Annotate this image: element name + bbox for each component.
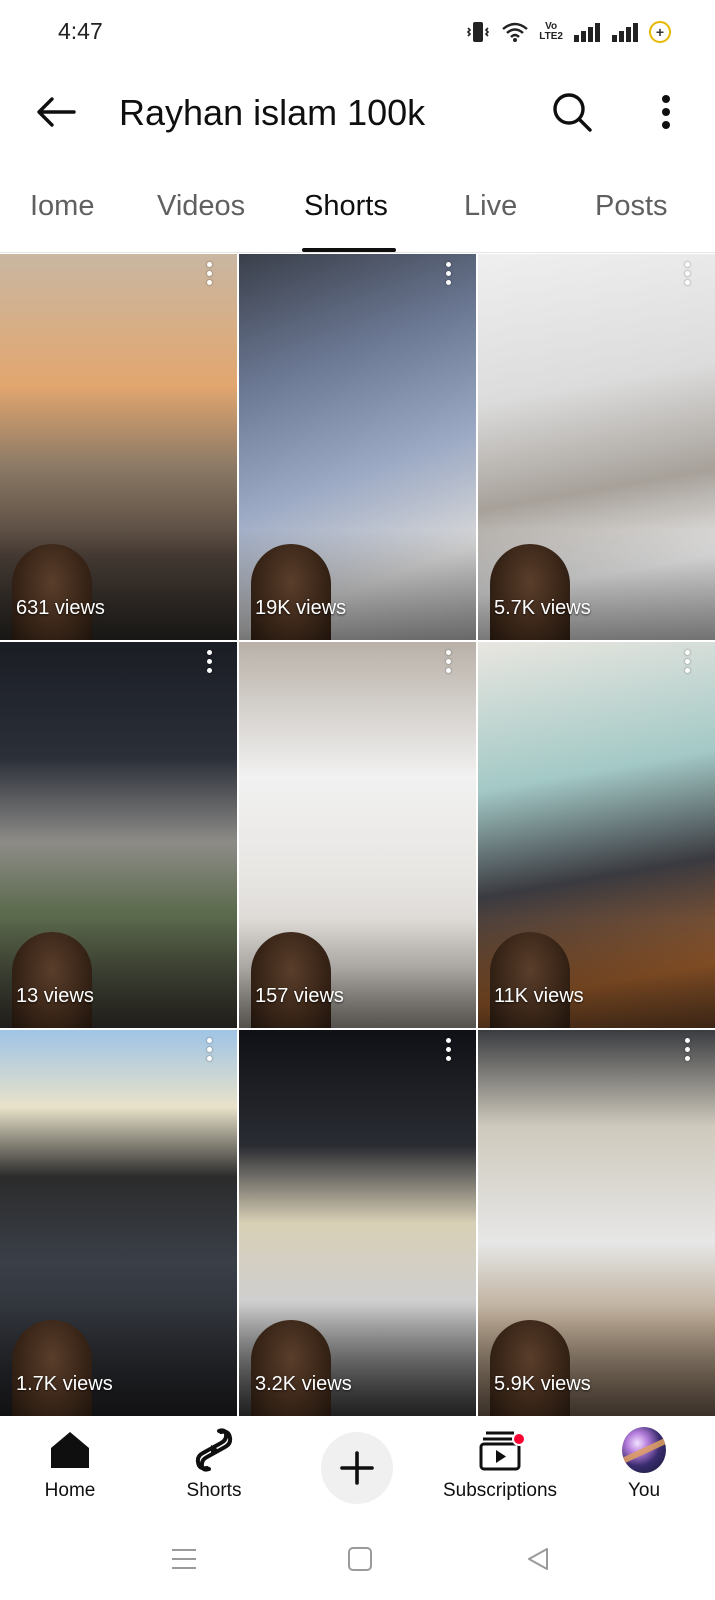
square-home-icon (348, 1547, 372, 1571)
creator-face (12, 932, 92, 1028)
search-button[interactable] (546, 86, 598, 138)
short-menu-button[interactable] (199, 648, 219, 678)
back-button[interactable] (30, 86, 82, 138)
short-tile[interactable]: 19K views (239, 254, 476, 640)
short-tile[interactable]: 11K views (478, 642, 715, 1028)
nav-subscriptions[interactable]: Subscriptions (430, 1428, 570, 1514)
nav-you-label: You (627, 1480, 661, 1501)
short-menu-button[interactable] (677, 648, 697, 678)
short-tile[interactable]: 631 views (0, 254, 237, 640)
status-icons: Vo LTE2 + (465, 18, 671, 46)
view-count: 13 views (16, 985, 94, 1007)
view-count: 11K views (494, 985, 584, 1007)
nav-you[interactable]: You (574, 1427, 714, 1514)
view-count: 19K views (255, 597, 347, 619)
search-icon (553, 93, 592, 132)
short-menu-button[interactable] (438, 260, 458, 290)
divider (0, 252, 715, 253)
back-arrow-icon (37, 97, 76, 127)
short-tile[interactable]: 5.7K views (478, 254, 715, 640)
short-tile[interactable]: 5.9K views (478, 1030, 715, 1416)
short-menu-button[interactable] (199, 1036, 219, 1066)
view-count: 157 views (255, 985, 344, 1007)
view-count: 5.7K views (494, 597, 591, 619)
short-tile[interactable]: 3.2K views (239, 1030, 476, 1416)
short-tile[interactable]: 157 views (239, 642, 476, 1028)
channel-header: Rayhan islam 100k (0, 64, 715, 160)
short-tile[interactable]: 13 views (0, 642, 237, 1028)
wifi-icon (501, 21, 529, 43)
short-menu-button[interactable] (677, 260, 697, 290)
channel-title: Rayhan islam 100k (119, 92, 426, 133)
tab-shorts[interactable]: Shorts (304, 190, 388, 223)
create-plus-icon (340, 1451, 374, 1485)
short-menu-button[interactable] (199, 260, 219, 290)
avatar (622, 1427, 666, 1473)
create-button[interactable] (321, 1432, 393, 1504)
signal-icon (611, 22, 639, 42)
short-menu-button[interactable] (438, 648, 458, 678)
shorts-grid: 631 views 19K views 5.7K views 13 views … (0, 254, 715, 1418)
short-menu-button[interactable] (438, 1036, 458, 1066)
nav-home-label: Home (44, 1480, 96, 1501)
system-navigation-bar (0, 1514, 715, 1600)
creator-face (251, 932, 331, 1028)
triangle-back-icon (528, 1548, 548, 1570)
channel-tabs: Iome Videos Shorts Live Posts (0, 168, 715, 252)
tab-posts[interactable]: Posts (595, 190, 668, 223)
system-back-button[interactable] (518, 1542, 558, 1576)
vibrate-icon (465, 20, 491, 44)
volte-icon: Vo LTE2 (539, 21, 563, 42)
signal-icon (573, 22, 601, 42)
creator-face (251, 544, 331, 640)
creator-face (251, 1320, 331, 1416)
nav-subscriptions-label: Subscriptions (442, 1480, 558, 1501)
creator-face (490, 1320, 570, 1416)
creator-face (12, 544, 92, 640)
status-bar: 4:47 Vo LTE2 + (0, 0, 715, 64)
status-time: 4:47 (58, 18, 103, 44)
tab-live[interactable]: Live (464, 190, 517, 223)
creator-face (490, 544, 570, 640)
bottom-navigation: Home Shorts Subscriptions You (0, 1418, 715, 1514)
more-vert-icon (662, 95, 670, 129)
tab-home[interactable]: Iome (30, 190, 94, 223)
nav-home[interactable]: Home (0, 1428, 140, 1514)
nav-shorts[interactable]: Shorts (144, 1428, 284, 1514)
view-count: 631 views (16, 597, 105, 619)
view-count: 1.7K views (16, 1373, 113, 1395)
menu-lines-icon (172, 1549, 196, 1569)
view-count: 5.9K views (494, 1373, 591, 1395)
creator-face (490, 932, 570, 1028)
tab-videos[interactable]: Videos (157, 190, 245, 223)
home-icon (48, 1428, 92, 1472)
battery-saver-icon: + (649, 21, 671, 43)
shorts-icon (192, 1428, 236, 1472)
notification-badge (512, 1432, 526, 1446)
creator-face (12, 1320, 92, 1416)
nav-shorts-label: Shorts (186, 1480, 242, 1501)
more-options-button[interactable] (640, 86, 692, 138)
system-home-button[interactable] (340, 1542, 380, 1576)
recent-apps-button[interactable] (164, 1542, 204, 1576)
short-tile[interactable]: 1.7K views (0, 1030, 237, 1416)
short-menu-button[interactable] (677, 1036, 697, 1066)
view-count: 3.2K views (255, 1373, 352, 1395)
